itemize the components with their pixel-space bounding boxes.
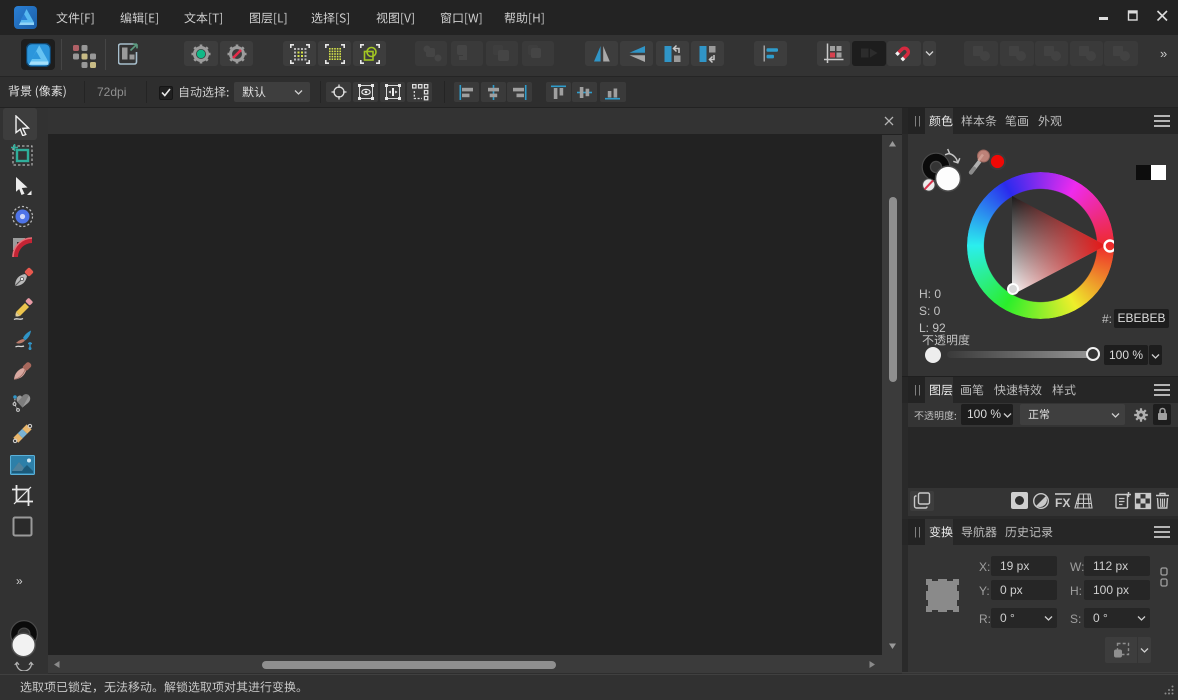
svg-text:FX: FX	[1055, 496, 1070, 510]
